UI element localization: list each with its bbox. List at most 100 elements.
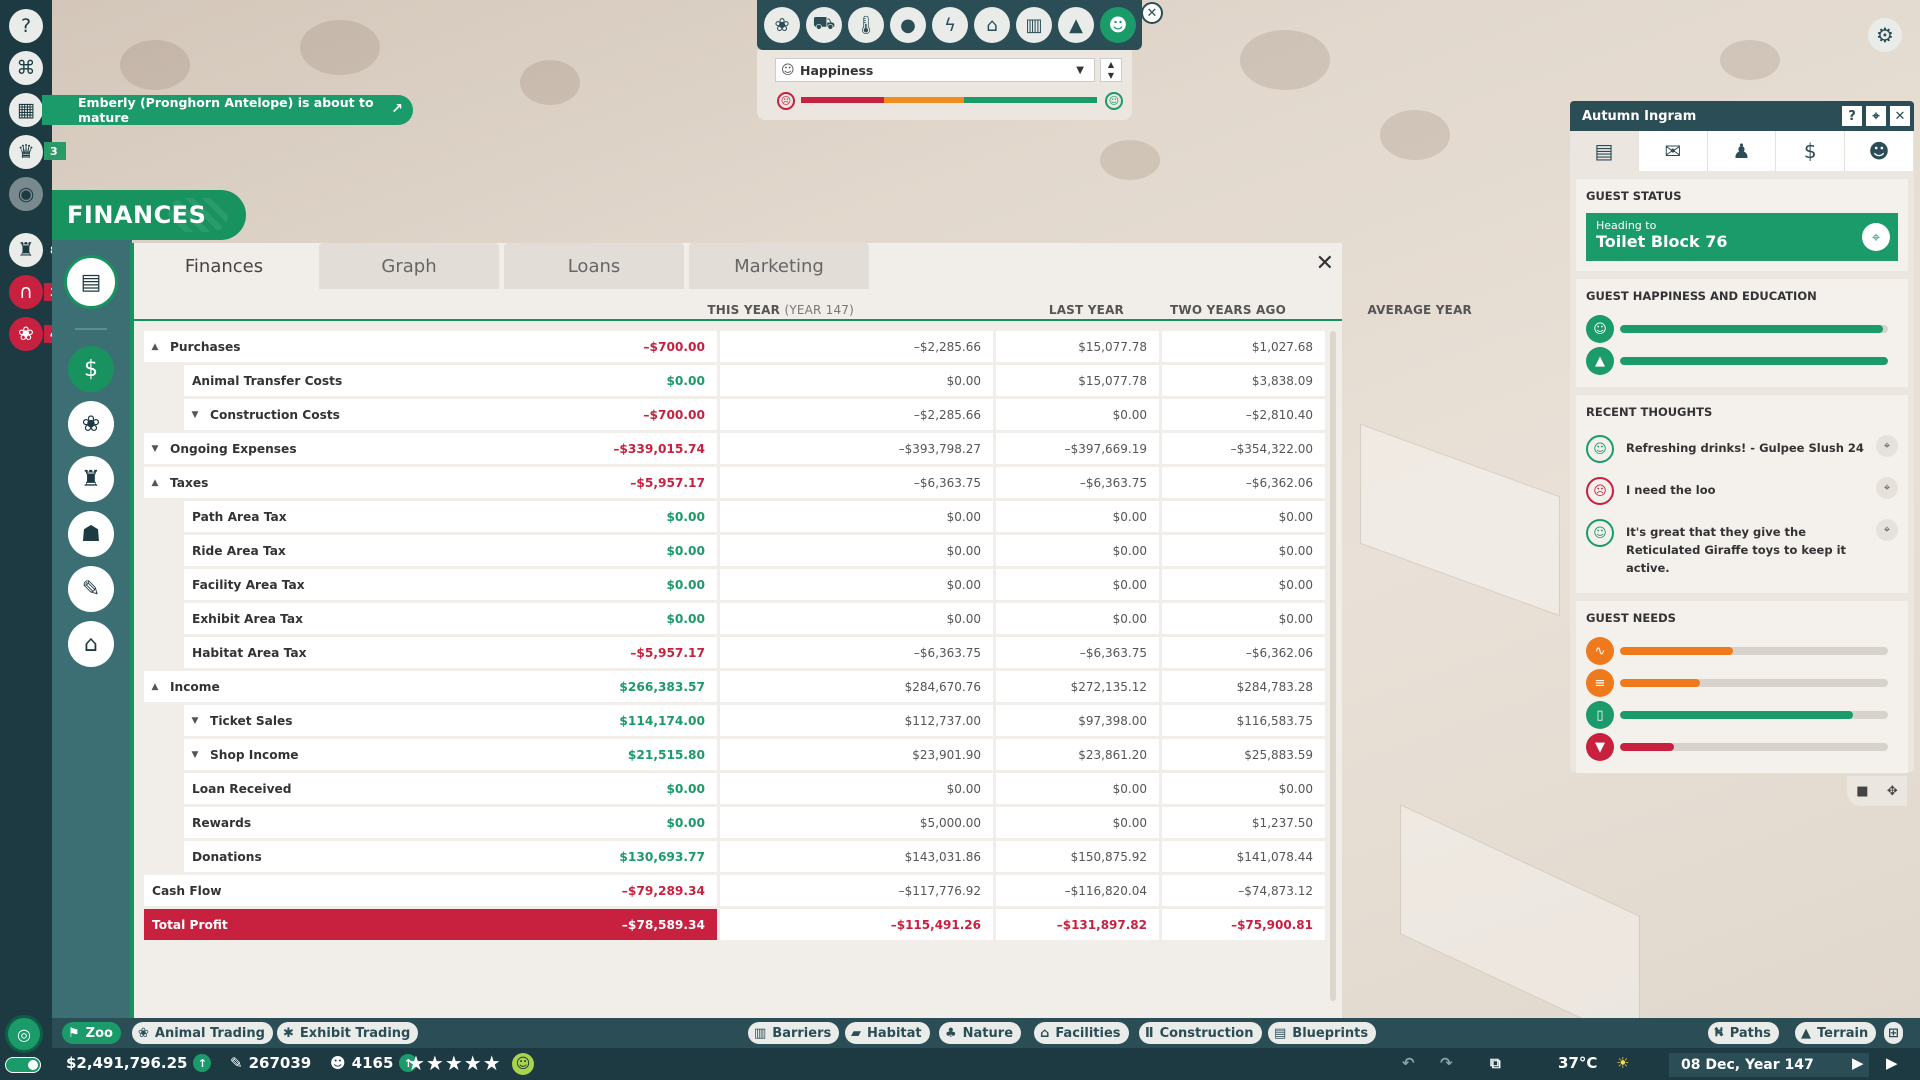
thermometer-icon[interactable]: 🌡: [848, 7, 884, 43]
row-label-cell[interactable]: ▼ Shop Income $21,515.80: [184, 739, 717, 770]
table-row[interactable]: Donations $130,693.77 $143,031.86 $150,875.…: [144, 841, 1325, 875]
collapse-arrow-icon[interactable]: ▲: [148, 342, 162, 352]
external-link-icon[interactable]: ↗: [391, 101, 403, 117]
row-label-cell[interactable]: ▼ Construction Costs –$700.00: [184, 399, 717, 430]
settings-gear-icon[interactable]: ⚙: [1868, 18, 1902, 52]
table-row[interactable]: ▼ Ticket Sales $114,174.00 $112,737.00 $97,3…: [144, 705, 1325, 739]
undo-icon[interactable]: ↶: [1402, 1054, 1415, 1072]
water-drop-icon[interactable]: ●: [890, 7, 926, 43]
shops-menu-icon[interactable]: ⌂: [68, 621, 114, 667]
table-row[interactable]: ▼ Construction Costs –$700.00 –$2,285.66 $0.…: [144, 399, 1325, 433]
guests-display[interactable]: ☻ 4165 ↑: [330, 1054, 418, 1072]
location-pin-icon[interactable]: ⌖: [1876, 477, 1898, 499]
table-row[interactable]: Facility Area Tax $0.00 $0.00 $0.00 $0.00: [144, 569, 1325, 603]
table-row[interactable]: ▼ Ongoing Expenses –$339,015.74 –$393,798.2…: [144, 433, 1325, 467]
barriers-button[interactable]: ▥ Barriers: [748, 1022, 840, 1044]
animals-alert-icon[interactable]: ❀: [9, 317, 43, 351]
overlay-close-icon[interactable]: ✕: [1141, 2, 1163, 24]
barn-icon[interactable]: ▥: [1016, 7, 1052, 43]
help-icon[interactable]: ?: [9, 9, 43, 43]
eye-icon[interactable]: ◉: [9, 177, 43, 211]
fast-forward-icon[interactable]: ▶: [1886, 1054, 1898, 1072]
truck-icon[interactable]: ⛟: [806, 7, 842, 43]
clipboard-icon[interactable]: ▤: [64, 255, 118, 309]
table-row[interactable]: ▲ Taxes –$5,957.17 –$6,363.75 –$6,363.75 –$6,…: [144, 467, 1325, 501]
education-icon[interactable]: ▲: [1058, 7, 1094, 43]
location-pin-icon[interactable]: ⌖: [1862, 223, 1890, 251]
play-speed-icon[interactable]: ▶: [1852, 1054, 1864, 1072]
zoo-emblem-icon[interactable]: ⌘: [9, 51, 43, 85]
power-icon[interactable]: ϟ: [932, 7, 968, 43]
shelter-icon[interactable]: ⌂: [974, 7, 1010, 43]
tab-graph[interactable]: Graph: [319, 243, 499, 289]
expand-arrow-icon[interactable]: ▼: [148, 444, 162, 454]
tab-guest-thoughts-icon[interactable]: ✉: [1639, 131, 1708, 171]
ui-toggle-switch[interactable]: [5, 1057, 41, 1073]
close-icon[interactable]: ✕: [1890, 106, 1910, 126]
overlay-stepper[interactable]: ▲ ▼: [1100, 58, 1122, 82]
tab-finances[interactable]: Finances: [134, 243, 314, 289]
research-display[interactable]: ✎ 267039: [230, 1054, 311, 1072]
tab-guest-group-icon[interactable]: ☻: [1845, 131, 1914, 171]
habitat-button[interactable]: ▰ Habitat: [845, 1022, 930, 1044]
construction-button[interactable]: Ⅱ Construction: [1139, 1022, 1262, 1044]
row-label-cell[interactable]: ▲ Purchases –$700.00: [144, 331, 717, 362]
tab-guest-finance-icon[interactable]: $: [1776, 131, 1846, 171]
animal-trading-button[interactable]: ❀ Animal Trading: [132, 1022, 273, 1044]
money-display[interactable]: $2,491,796.25 ↑: [66, 1054, 212, 1072]
table-row[interactable]: Cash Flow –$79,289.34 –$117,776.92 –$116,82…: [144, 875, 1325, 909]
table-row[interactable]: Total Profit –$78,589.34 –$115,491.26 –$131…: [144, 909, 1325, 943]
tab-guest-overview-icon[interactable]: ▤: [1570, 131, 1639, 171]
row-label-cell[interactable]: ▲ Income $266,383.57: [144, 671, 717, 702]
maintenance-menu-icon[interactable]: ✎: [68, 566, 114, 612]
help-icon[interactable]: ?: [1842, 106, 1862, 126]
table-row[interactable]: Ride Area Tax $0.00 $0.00 $0.00 $0.00: [144, 535, 1325, 569]
notification-banner[interactable]: Emberly (Pronghorn Antelope) is about to…: [42, 95, 413, 125]
finances-menu-icon[interactable]: $: [68, 346, 114, 392]
row-label-cell[interactable]: ▲ Taxes –$5,957.17: [144, 467, 717, 498]
tab-guest-profile-icon[interactable]: ♟: [1708, 131, 1777, 171]
collapse-arrow-icon[interactable]: ▲: [148, 682, 162, 692]
move-icon[interactable]: ✥: [1887, 784, 1898, 799]
happiness-indicator-icon[interactable]: ☺: [512, 1053, 534, 1075]
close-panel-icon[interactable]: ✕: [1316, 251, 1334, 276]
location-pin-icon[interactable]: ⌖: [1876, 435, 1898, 457]
paw-icon[interactable]: ❀: [764, 7, 800, 43]
table-row[interactable]: ▲ Purchases –$700.00 –$2,285.66 $15,077.78 $1…: [144, 331, 1325, 365]
expand-arrow-icon[interactable]: ▼: [188, 716, 202, 726]
zoo-overview-icon[interactable]: ◎: [5, 1015, 43, 1053]
camera-icon[interactable]: ■: [1856, 784, 1868, 799]
table-row[interactable]: Path Area Tax $0.00 $0.00 $0.00 $0.00: [144, 501, 1325, 535]
overlay-dropdown[interactable]: ☺ Happiness ▼: [775, 58, 1095, 82]
row-label-cell[interactable]: ▼ Ticket Sales $114,174.00: [184, 705, 717, 736]
table-row[interactable]: Habitat Area Tax –$5,957.17 –$6,363.75 –$6,…: [144, 637, 1325, 671]
blueprints-button[interactable]: ▤ Blueprints: [1268, 1022, 1377, 1044]
guest-name-bar[interactable]: Autumn Ingram: [1570, 101, 1914, 131]
zoo-button[interactable]: ⚑ Zoo: [62, 1022, 121, 1044]
paths-button[interactable]: ⛕ Paths: [1708, 1022, 1779, 1044]
collapse-arrow-icon[interactable]: ▲: [148, 478, 162, 488]
expand-arrow-icon[interactable]: ▼: [188, 410, 202, 420]
table-row[interactable]: Animal Transfer Costs $0.00 $0.00 $15,077.7…: [144, 365, 1325, 399]
tab-marketing[interactable]: Marketing: [689, 243, 869, 289]
terrain-button[interactable]: ▲ Terrain: [1795, 1022, 1877, 1044]
staff-menu-icon[interactable]: ♜: [68, 456, 114, 502]
expand-arrow-icon[interactable]: ▼: [188, 750, 202, 760]
redo-icon[interactable]: ↷: [1440, 1054, 1453, 1072]
table-row[interactable]: ▼ Shop Income $21,515.80 $23,901.90 $23,861.…: [144, 739, 1325, 773]
table-row[interactable]: Rewards $0.00 $5,000.00 $0.00 $1,237.50: [144, 807, 1325, 841]
trophy-icon[interactable]: ♛: [9, 135, 43, 169]
screenshot-icon[interactable]: ⧉: [1490, 1054, 1501, 1072]
tab-loans[interactable]: Loans: [504, 243, 684, 289]
table-row[interactable]: ▲ Income $266,383.57 $284,670.76 $272,135.12…: [144, 671, 1325, 705]
exhibit-trading-button[interactable]: ✱ Exhibit Trading: [277, 1022, 419, 1044]
locate-pin-icon[interactable]: ⌖: [1866, 106, 1886, 126]
row-label-cell[interactable]: ▼ Ongoing Expenses –$339,015.74: [144, 433, 717, 464]
animals-menu-icon[interactable]: ❀: [68, 401, 114, 447]
facilities-button[interactable]: ⌂ Facilities: [1034, 1022, 1129, 1044]
table-scrollbar[interactable]: [1330, 331, 1336, 1001]
heading-to-card[interactable]: Heading to Toilet Block 76 ⌖: [1586, 213, 1898, 261]
guests-icon[interactable]: ☻: [1100, 7, 1136, 43]
zoo-rating-stars[interactable]: ★★★★★: [407, 1051, 502, 1075]
table-row[interactable]: Exhibit Area Tax $0.00 $0.00 $0.00 $0.00: [144, 603, 1325, 637]
